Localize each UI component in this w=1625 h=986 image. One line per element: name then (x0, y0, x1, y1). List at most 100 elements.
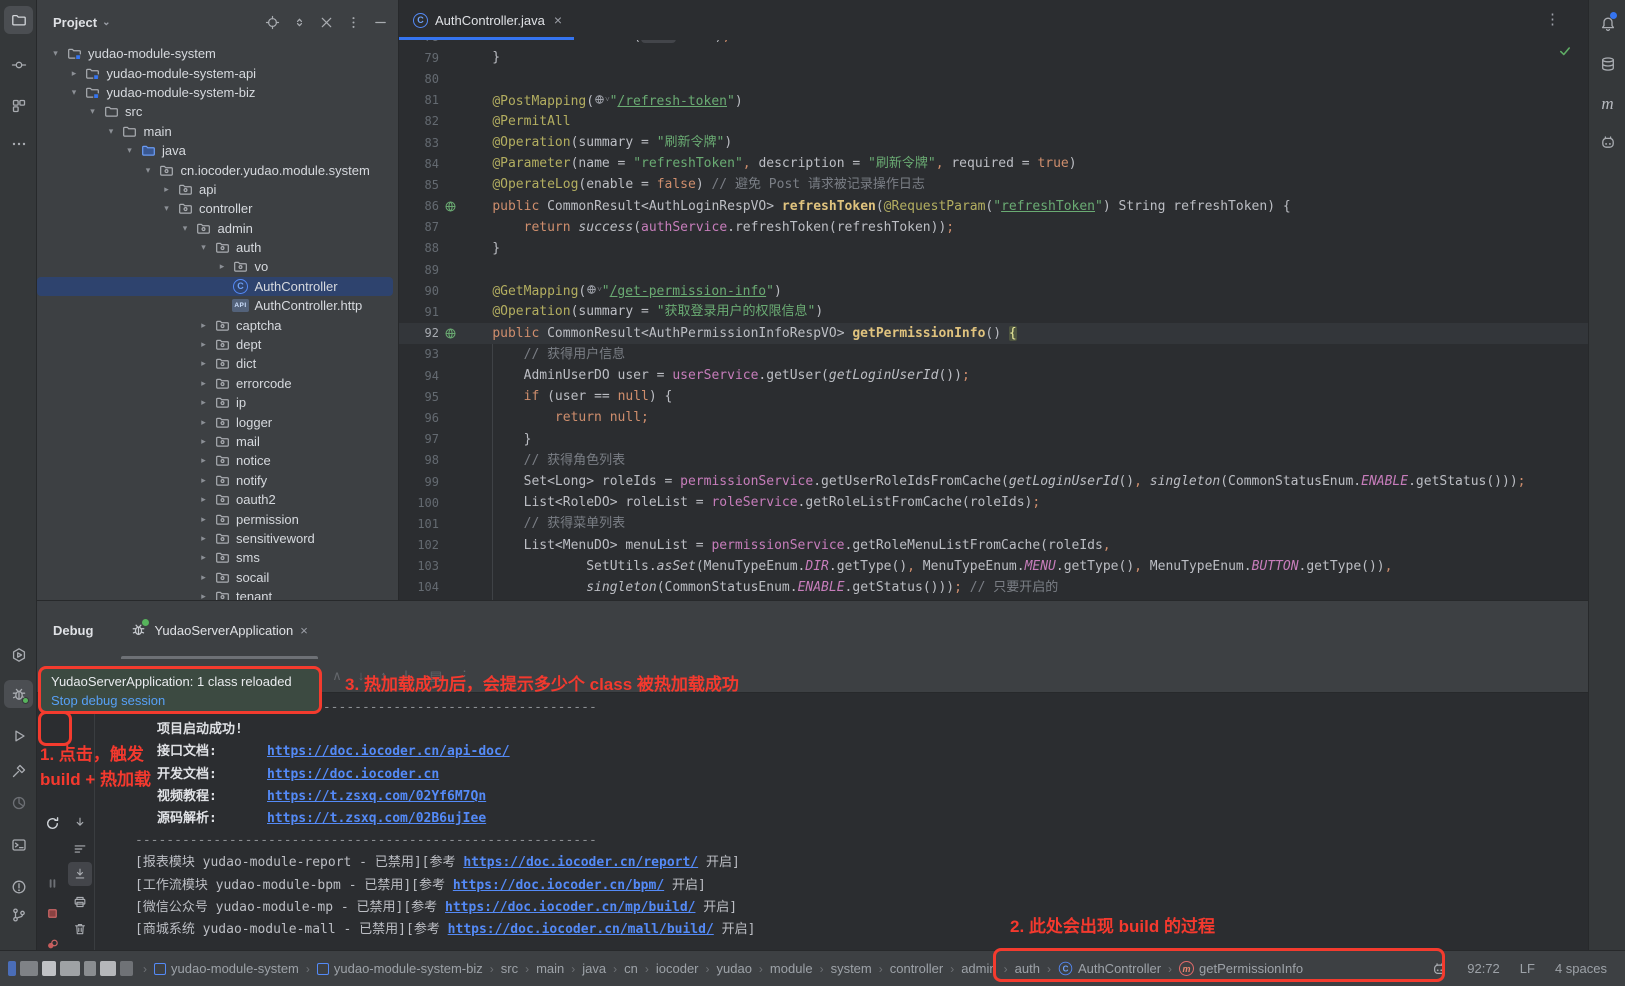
more-vertical-icon[interactable] (346, 15, 361, 30)
chevron-collapsed-icon[interactable]: ▸ (195, 358, 212, 369)
run-icon[interactable] (4, 722, 33, 750)
console-link[interactable]: https://doc.iocoder.cn (267, 767, 439, 782)
tree-item-tenant[interactable]: ▸tenant (37, 587, 398, 600)
show-execution-point-icon[interactable]: ∧ (332, 668, 342, 684)
close-session-icon[interactable]: × (300, 623, 308, 638)
breadcrumb-item-module[interactable]: module (770, 961, 813, 976)
chevron-collapsed-icon[interactable]: ▸ (195, 591, 212, 600)
tree-item-auth[interactable]: ▾auth (37, 238, 398, 257)
chevron-collapsed-icon[interactable]: ▸ (158, 184, 175, 195)
console-link[interactable]: https://doc.iocoder.cn/mp/build/ (445, 900, 695, 915)
debug-session-tab[interactable]: YudaoServerApplication × (121, 601, 317, 659)
chevron-expanded-icon[interactable]: ▾ (84, 106, 101, 117)
chevron-expanded-icon[interactable]: ▾ (177, 223, 194, 234)
tree-item-yudao-module-system[interactable]: ▾yudao-module-system (37, 44, 398, 63)
tree-item-sms[interactable]: ▸sms (37, 548, 398, 567)
tree-item-dict[interactable]: ▸dict (37, 354, 398, 373)
structure-icon[interactable] (4, 92, 33, 120)
breadcrumb-item-java[interactable]: java (582, 961, 606, 976)
chevron-collapsed-icon[interactable]: ▸ (195, 397, 212, 408)
chevron-collapsed-icon[interactable]: ▸ (195, 436, 212, 447)
chevron-collapsed-icon[interactable]: ▸ (195, 417, 212, 428)
tree-item-authcontroller[interactable]: CAuthController (37, 277, 393, 296)
chevron-collapsed-icon[interactable]: ▸ (195, 320, 212, 331)
pause-icon[interactable] (40, 871, 64, 895)
expand-icon[interactable] (292, 15, 307, 30)
tree-item-permission[interactable]: ▸permission (37, 509, 398, 528)
print-icon[interactable] (68, 890, 92, 914)
hide-icon[interactable] (373, 15, 388, 30)
console-link[interactable]: https://doc.iocoder.cn/mall/build/ (448, 922, 714, 937)
chevron-collapsed-icon[interactable]: ▸ (195, 514, 212, 525)
profiler-icon[interactable] (4, 789, 33, 817)
locate-icon[interactable] (265, 15, 280, 30)
tree-item-controller[interactable]: ▾controller (37, 199, 398, 218)
rerun-icon[interactable] (40, 811, 64, 835)
code-editor[interactable]: 78 return success(data: true);79 }8081 @… (399, 0, 1588, 600)
project-panel-title[interactable]: Project ⌄ (53, 15, 110, 30)
scroll-down-icon[interactable] (68, 811, 92, 835)
tree-item-yudao-module-system-biz[interactable]: ▾yudao-module-system-biz (37, 83, 398, 102)
soft-wrap-icon[interactable] (68, 837, 92, 861)
tree-item-sensitiveword[interactable]: ▸sensitiveword (37, 529, 398, 548)
chevron-expanded-icon[interactable]: ▾ (103, 126, 120, 137)
version-control-icon[interactable] (4, 901, 33, 929)
chevron-collapsed-icon[interactable]: ▸ (195, 572, 212, 583)
tree-item-socail[interactable]: ▸socail (37, 568, 398, 587)
project-folder-icon[interactable] (4, 6, 33, 34)
breadcrumb-item-yudao-module-system[interactable]: yudao-module-system (154, 961, 299, 976)
collapse-all-icon[interactable] (319, 15, 334, 30)
chevron-collapsed-icon[interactable]: ▸ (195, 475, 212, 486)
tree-item-captcha[interactable]: ▸captcha (37, 315, 398, 334)
debug-icon[interactable] (4, 680, 33, 708)
chevron-expanded-icon[interactable]: ▾ (47, 48, 64, 59)
tree-item-errorcode[interactable]: ▸errorcode (37, 374, 398, 393)
api-endpoint-gutter-icon[interactable] (439, 327, 461, 340)
tree-item-api[interactable]: ▸api (37, 180, 398, 199)
more-horizontal-icon[interactable] (4, 130, 33, 158)
chevron-expanded-icon[interactable]: ▾ (121, 145, 138, 156)
breadcrumb-item-cn[interactable]: cn (624, 961, 638, 976)
scroll-to-end-icon[interactable] (68, 862, 92, 886)
gradle-icon[interactable] (1593, 128, 1622, 156)
maven-icon[interactable]: m (1593, 90, 1622, 118)
tree-item-cn-iocoder-yudao-module-system[interactable]: ▾cn.iocoder.yudao.module.system (37, 160, 398, 179)
breadcrumb-item-admin[interactable]: admin (961, 961, 996, 976)
chevron-collapsed-icon[interactable]: ▸ (195, 339, 212, 350)
breadcrumb-item-controller[interactable]: controller (890, 961, 943, 976)
breadcrumb-item-main[interactable]: main (536, 961, 564, 976)
chevron-expanded-icon[interactable]: ▾ (195, 242, 212, 253)
chevron-expanded-icon[interactable]: ▾ (66, 87, 83, 98)
console-link[interactable]: https://doc.iocoder.cn/api-doc/ (267, 744, 510, 759)
problems-icon[interactable] (4, 873, 33, 901)
services-icon[interactable] (4, 641, 33, 669)
terminal-icon[interactable] (4, 831, 33, 859)
project-tree[interactable]: ▾yudao-module-system▸yudao-module-system… (37, 44, 398, 600)
tree-item-authcontroller-http[interactable]: APIAuthController.http (37, 296, 398, 315)
clear-all-icon[interactable] (68, 917, 92, 941)
tree-item-src[interactable]: ▾src (37, 102, 398, 121)
breadcrumb-item-system[interactable]: system (831, 961, 872, 976)
stop-debug-session-link[interactable]: Stop debug session (51, 691, 309, 710)
breadcrumb-item-yudao[interactable]: yudao (717, 961, 752, 976)
tree-item-admin[interactable]: ▾admin (37, 219, 398, 238)
chevron-collapsed-icon[interactable]: ▸ (195, 533, 212, 544)
database-icon[interactable] (1593, 50, 1622, 78)
breadcrumb-item-iocoder[interactable]: iocoder (656, 961, 699, 976)
debug-console[interactable]: ----------------------------------------… (95, 693, 1625, 950)
build-icon[interactable] (4, 757, 33, 785)
indent-setting[interactable]: 4 spaces (1555, 961, 1607, 976)
chevron-collapsed-icon[interactable]: ▸ (195, 378, 212, 389)
console-link[interactable]: https://t.zsxq.com/02B6ujIee (267, 811, 486, 826)
tree-item-notice[interactable]: ▸notice (37, 451, 398, 470)
tree-item-mail[interactable]: ▸mail (37, 432, 398, 451)
console-link[interactable]: https://doc.iocoder.cn/bpm/ (453, 878, 664, 893)
inspections-ok-icon[interactable] (1558, 44, 1572, 58)
editor-tab-authcontroller[interactable]: C AuthController.java × (399, 0, 574, 40)
editor-more-icon[interactable]: ⋮ (1545, 10, 1560, 28)
chevron-collapsed-icon[interactable]: ▸ (195, 494, 212, 505)
tree-item-oauth2[interactable]: ▸oauth2 (37, 490, 398, 509)
chevron-collapsed-icon[interactable]: ▸ (195, 552, 212, 563)
commit-icon[interactable] (4, 51, 33, 79)
tree-item-vo[interactable]: ▸vo (37, 257, 398, 276)
